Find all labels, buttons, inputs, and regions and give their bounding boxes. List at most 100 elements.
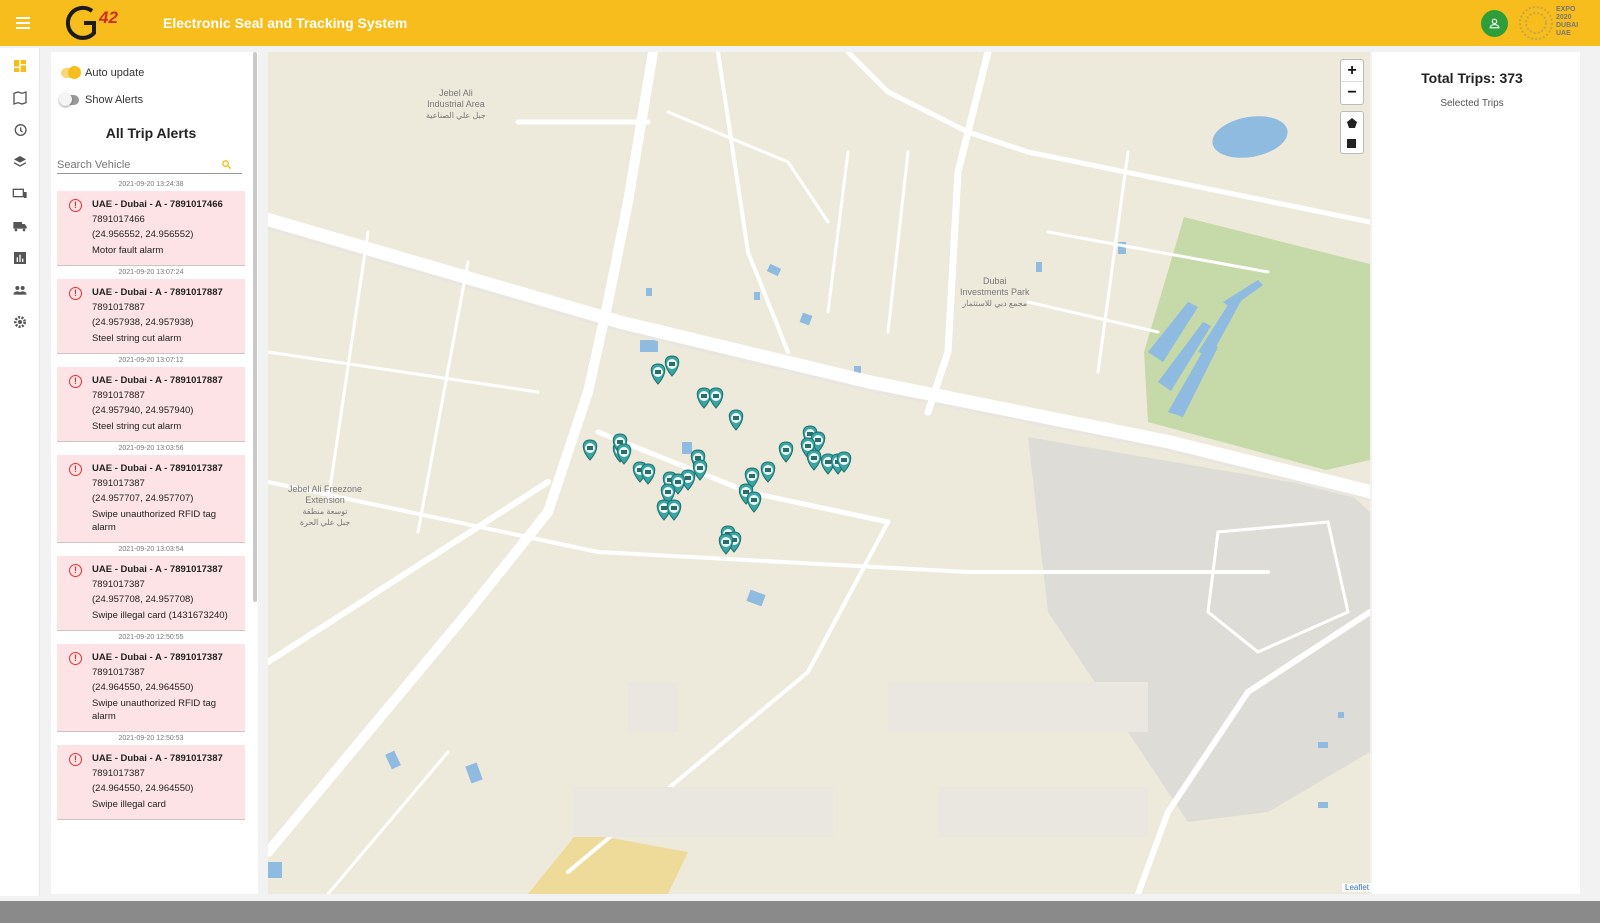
alerts-panel: Auto update Show Alerts All Trip Alerts … bbox=[51, 52, 258, 894]
hamburger-menu-icon[interactable] bbox=[0, 0, 46, 46]
alert-id: 7891017387 bbox=[92, 478, 145, 489]
alert-id: 7891017387 bbox=[92, 768, 145, 779]
alert-list: 2021-09-20 13:24:38 ! UAE - Dubai - A - … bbox=[57, 178, 245, 820]
alert-icon: ! bbox=[69, 564, 82, 577]
zoom-control: + − bbox=[1340, 59, 1364, 105]
settings-icon[interactable] bbox=[0, 306, 40, 338]
draw-rectangle-icon[interactable] bbox=[1341, 133, 1363, 154]
alert-type: Swipe illegal card bbox=[92, 799, 166, 810]
alert-type: Swipe illegal card (1431673240) bbox=[92, 610, 228, 621]
trips-panel: Total Trips: 373 Selected Trips bbox=[1372, 52, 1580, 894]
alert-card[interactable]: ! UAE - Dubai - A - 7891017387 789101738… bbox=[57, 455, 245, 543]
alert-icon: ! bbox=[69, 463, 82, 476]
alert-time: 2021-09-20 13:03:54 bbox=[118, 546, 184, 553]
alert-time: 2021-09-20 13:07:12 bbox=[118, 357, 184, 364]
alert-icon: ! bbox=[69, 652, 82, 665]
vehicle-marker[interactable] bbox=[708, 387, 724, 409]
alert-time: 2021-09-20 12:50:53 bbox=[118, 735, 184, 742]
search-box bbox=[57, 155, 242, 174]
alert-id: 7891017387 bbox=[92, 667, 145, 678]
vehicle-marker[interactable] bbox=[718, 533, 734, 555]
draw-control bbox=[1340, 111, 1364, 154]
vehicle-marker[interactable] bbox=[806, 449, 822, 471]
zoom-in-button[interactable]: + bbox=[1341, 60, 1363, 82]
alert-coords: (24.957708, 24.957708) bbox=[92, 594, 194, 605]
user-account-icon[interactable] bbox=[1481, 10, 1508, 37]
alert-icon: ! bbox=[69, 375, 82, 388]
search-vehicle-input[interactable] bbox=[57, 159, 217, 171]
g42-logo[interactable]: 42 bbox=[64, 3, 134, 43]
alert-card[interactable]: ! UAE - Dubai - A - 7891017887 789101788… bbox=[57, 279, 245, 354]
alerts-scrollbar[interactable] bbox=[253, 52, 257, 602]
alert-card[interactable]: ! UAE - Dubai - A - 7891017466 789101746… bbox=[57, 191, 245, 266]
alert-vehicle: UAE - Dubai - A - 7891017387 bbox=[92, 463, 223, 474]
alert-vehicle: UAE - Dubai - A - 7891017466 bbox=[92, 199, 223, 210]
alert-time: 2021-09-20 13:07:24 bbox=[118, 269, 184, 276]
alert-id: 7891017387 bbox=[92, 579, 145, 590]
vehicle-marker[interactable] bbox=[666, 499, 682, 521]
alert-time: 2021-09-20 13:24:38 bbox=[118, 181, 184, 188]
alert-coords: (24.957940, 24.957940) bbox=[92, 405, 194, 416]
alert-vehicle: UAE - Dubai - A - 7891017887 bbox=[92, 375, 223, 386]
alert-type: Swipe unauthorized RFID tag alarm bbox=[92, 698, 217, 722]
alert-coords: (24.964550, 24.964550) bbox=[92, 783, 194, 794]
history-icon[interactable] bbox=[0, 114, 40, 146]
alert-coords: (24.964550, 24.964550) bbox=[92, 682, 194, 693]
vehicle-marker[interactable] bbox=[664, 355, 680, 377]
truck-icon[interactable] bbox=[0, 210, 40, 242]
vehicle-marker[interactable] bbox=[760, 461, 776, 483]
alert-type: Motor fault alarm bbox=[92, 245, 164, 256]
map-view[interactable]: Jebel Ali Industrial Area جبل علي الصناع… bbox=[268, 52, 1370, 894]
alert-card[interactable]: ! UAE - Dubai - A - 7891017887 789101788… bbox=[57, 367, 245, 442]
alert-time: 2021-09-20 13:03:56 bbox=[118, 445, 184, 452]
vehicle-marker[interactable] bbox=[746, 491, 762, 513]
alert-card[interactable]: ! UAE - Dubai - A - 7891017387 789101738… bbox=[57, 745, 245, 820]
alert-coords: (24.956552, 24.956552) bbox=[92, 229, 194, 240]
auto-update-label: Auto update bbox=[85, 67, 145, 79]
alert-vehicle: UAE - Dubai - A - 7891017387 bbox=[92, 652, 223, 663]
auto-update-switch[interactable] bbox=[61, 66, 81, 79]
layers-icon[interactable] bbox=[0, 146, 40, 178]
vehicle-marker[interactable] bbox=[582, 439, 598, 461]
alert-icon: ! bbox=[69, 199, 82, 212]
devices-icon[interactable] bbox=[0, 178, 40, 210]
alert-type: Steel string cut alarm bbox=[92, 421, 182, 432]
report-icon[interactable] bbox=[0, 242, 40, 274]
vehicle-markers bbox=[582, 355, 852, 555]
vehicle-marker[interactable] bbox=[640, 463, 656, 485]
svg-text:42: 42 bbox=[98, 8, 118, 27]
alert-type: Swipe unauthorized RFID tag alarm bbox=[92, 509, 217, 533]
leaflet-attribution[interactable]: Leaflet bbox=[1342, 883, 1373, 892]
alert-vehicle: UAE - Dubai - A - 7891017387 bbox=[92, 564, 223, 575]
alert-vehicle: UAE - Dubai - A - 7891017387 bbox=[92, 753, 223, 764]
map-icon[interactable] bbox=[0, 82, 40, 114]
show-alerts-label: Show Alerts bbox=[85, 94, 144, 106]
nav-rail bbox=[0, 48, 40, 896]
alert-time: 2021-09-20 12:50:55 bbox=[118, 634, 184, 641]
auto-update-toggle[interactable]: Auto update bbox=[61, 66, 145, 79]
alert-type: Steel string cut alarm bbox=[92, 333, 182, 344]
alert-id: 7891017887 bbox=[92, 302, 145, 313]
alert-card[interactable]: ! UAE - Dubai - A - 7891017387 789101738… bbox=[57, 556, 245, 631]
vehicle-marker[interactable] bbox=[650, 363, 666, 385]
alert-coords: (24.957938, 24.957938) bbox=[92, 317, 194, 328]
search-icon[interactable] bbox=[221, 157, 232, 175]
vehicle-marker[interactable] bbox=[778, 441, 794, 463]
show-alerts-switch[interactable] bbox=[59, 93, 79, 106]
alert-card[interactable]: ! UAE - Dubai - A - 7891017387 789101738… bbox=[57, 644, 245, 732]
panel-title: All Trip Alerts bbox=[105, 125, 197, 141]
alert-id: 7891017466 bbox=[92, 214, 145, 225]
alert-vehicle: UAE - Dubai - A - 7891017887 bbox=[92, 287, 223, 298]
top-bar: 42 Electronic Seal and Tracking System E… bbox=[0, 0, 1600, 46]
vehicle-marker[interactable] bbox=[728, 409, 744, 431]
vehicle-marker[interactable] bbox=[692, 459, 708, 481]
draw-polygon-icon[interactable] bbox=[1341, 112, 1363, 133]
vehicle-marker[interactable] bbox=[696, 387, 712, 409]
alert-icon: ! bbox=[69, 753, 82, 766]
dashboard-icon[interactable] bbox=[0, 50, 40, 82]
alert-icon: ! bbox=[69, 287, 82, 300]
users-icon[interactable] bbox=[0, 274, 40, 306]
show-alerts-toggle[interactable]: Show Alerts bbox=[59, 93, 144, 106]
zoom-out-button[interactable]: − bbox=[1341, 82, 1363, 104]
total-trips: Total Trips: 373 bbox=[1421, 70, 1523, 86]
